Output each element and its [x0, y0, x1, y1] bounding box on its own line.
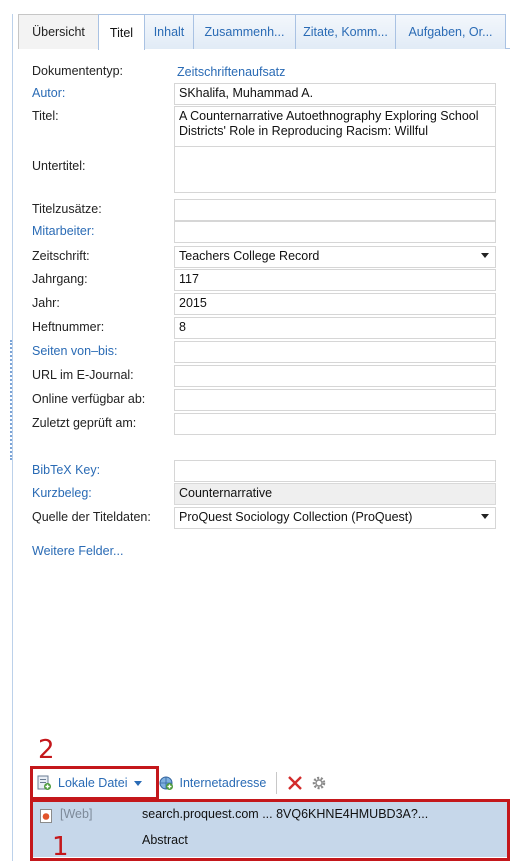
label-heftnummer: Heftnummer: [32, 320, 105, 334]
internet-address-label: Internetadresse [179, 776, 267, 790]
annotation-number-2: 2 [38, 735, 55, 765]
untertitel-field[interactable] [174, 146, 496, 193]
label-url: URL im E-Journal: [32, 368, 134, 382]
label-jahr: Jahr: [32, 296, 60, 310]
kurzbeleg-field: Counternarrative [174, 483, 496, 505]
titel-field[interactable]: A Counternarrative Autoethnography Explo… [174, 106, 496, 148]
label-mitarbeiter[interactable]: Mitarbeiter: [32, 224, 95, 238]
toolbar-divider [276, 772, 278, 794]
title-form: Dokumententyp: Zeitschriftenaufsatz Auto… [18, 50, 510, 756]
tab-zitate[interactable]: Zitate, Komm... [295, 14, 396, 49]
delete-button[interactable] [283, 770, 307, 796]
label-untertitel: Untertitel: [32, 159, 86, 173]
settings-button[interactable] [307, 770, 331, 796]
jahrgang-field[interactable]: 117 [174, 269, 496, 291]
zuletzt-field[interactable] [174, 413, 496, 435]
internet-address-button[interactable]: Internetadresse [154, 770, 271, 796]
label-titel: Titel: [32, 109, 59, 123]
window: Übersicht Titel Inhalt Zusammenh... Zita… [0, 0, 510, 861]
label-titelzusaetze: Titelzusätze: [32, 202, 102, 216]
label-autor[interactable]: Autor: [32, 86, 65, 100]
mitarbeiter-field[interactable] [174, 221, 496, 243]
tab-uebersicht[interactable]: Übersicht [18, 14, 99, 49]
tab-inhalt[interactable]: Inhalt [144, 14, 194, 49]
label-zuletzt: Zuletzt geprüft am: [32, 416, 137, 430]
titelzusaetze-field[interactable] [174, 199, 496, 221]
annotation-number-1: 1 [52, 832, 69, 861]
seiten-field[interactable] [174, 341, 496, 363]
quelle-value: ProQuest Sociology Collection (ProQuest) [179, 510, 413, 524]
label-online: Online verfügbar ab: [32, 392, 146, 406]
zeitschrift-value: Teachers College Record [179, 249, 320, 263]
weitere-felder-link[interactable]: Weitere Felder... [32, 544, 123, 558]
gear-icon [311, 775, 327, 791]
tab-aufgaben[interactable]: Aufgaben, Or... [395, 14, 506, 49]
label-jahrgang: Jahrgang: [32, 272, 88, 286]
online-field[interactable] [174, 389, 496, 411]
annotation-box-1 [30, 799, 510, 861]
label-quelle: Quelle der Titeldaten: [32, 510, 151, 524]
bibtex-field[interactable] [174, 460, 496, 482]
chevron-down-icon[interactable] [481, 514, 489, 519]
tab-zusammenhang[interactable]: Zusammenh... [193, 14, 296, 49]
chevron-down-icon[interactable] [481, 253, 489, 258]
label-dokumententyp: Dokumententyp: [32, 64, 124, 78]
tab-titel[interactable]: Titel [98, 14, 145, 50]
label-seiten[interactable]: Seiten von–bis: [32, 344, 117, 358]
label-zeitschrift: Zeitschrift: [32, 249, 90, 263]
url-field[interactable] [174, 365, 496, 387]
jahr-field[interactable]: 2015 [174, 293, 496, 315]
annotation-box-2 [30, 766, 159, 800]
tab-bar: Übersicht Titel Inhalt Zusammenh... Zita… [18, 14, 510, 50]
quelle-select[interactable]: ProQuest Sociology Collection (ProQuest) [174, 507, 496, 529]
autor-field[interactable]: SKhalifa, Muhammad A. [174, 83, 496, 105]
label-bibtex[interactable]: BibTeX Key: [32, 463, 100, 477]
globe-link-icon [158, 775, 174, 791]
dokumententyp-link[interactable]: Zeitschriftenaufsatz [174, 62, 496, 83]
heftnummer-field[interactable]: 8 [174, 317, 496, 339]
label-kurzbeleg[interactable]: Kurzbeleg: [32, 486, 92, 500]
zeitschrift-select[interactable]: Teachers College Record [174, 246, 496, 268]
delete-x-icon [287, 775, 303, 791]
splitter-handle[interactable] [10, 340, 13, 460]
